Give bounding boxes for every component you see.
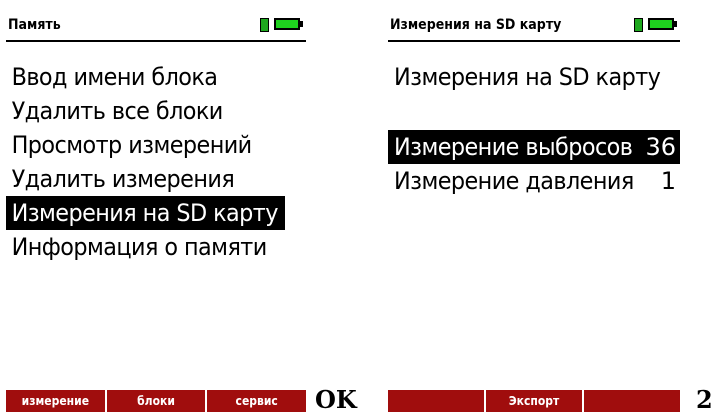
menu-item-view-measurements[interactable]: Просмотр измерений [6,128,285,162]
measurement-type-list: Измерение выбросов 36 Измерение давления… [388,130,680,198]
softkey-service[interactable]: сервис [207,390,306,412]
status-icons [260,18,304,32]
softkey-right[interactable] [584,390,680,412]
section-heading: Измерения на SD карту [394,63,661,91]
softkey-export[interactable]: Экспорт [486,390,584,412]
list-item-emission-measurement[interactable]: Измерение выбросов 36 [388,130,680,164]
screen-title: Память [8,17,61,33]
softkey-left[interactable] [388,390,486,412]
battery-icon [274,18,300,30]
menu-item-delete-measurements[interactable]: Удалить измерения [6,162,285,196]
menu-item-measurements-to-sd[interactable]: Измерения на SD карту [6,196,285,230]
softkey-bar: измерение блоки сервис [6,390,306,412]
title-bar: Память [6,14,306,42]
plug-icon [634,18,643,32]
battery-terminal-icon [300,21,303,27]
softkey-bar: Экспорт [388,390,680,412]
menu-item-delete-all-blocks[interactable]: Удалить все блоки [6,94,285,128]
softkey-blocks[interactable]: блоки [107,390,208,412]
softkey-measurement[interactable]: измерение [6,390,107,412]
list-item-label: Измерение выбросов [394,133,633,161]
list-item-count: 36 [645,133,676,161]
title-bar: Измерения на SD карту [388,14,680,42]
list-item-label: Измерение давления [394,167,634,195]
battery-icon [648,18,674,30]
list-item-pressure-measurement[interactable]: Измерение давления 1 [388,164,680,198]
memory-menu: Ввод имени блока Удалить все блоки Просм… [6,60,306,264]
device-screen-memory: Память Ввод имени блока Удалить все блок… [0,0,312,412]
plug-icon [260,18,269,32]
ok-key-label: OK [315,385,357,414]
menu-item-enter-block-name[interactable]: Ввод имени блока [6,60,285,94]
status-icons [634,18,678,32]
step-number-label: 2 [696,385,713,414]
screen-title: Измерения на SD карту [390,17,562,33]
device-screen-sd-export: Измерения на SD карту Измерения на SD ка… [382,0,686,412]
battery-terminal-icon [674,21,677,27]
list-item-count: 1 [660,167,676,195]
menu-item-memory-info[interactable]: Информация о памяти [6,230,285,264]
